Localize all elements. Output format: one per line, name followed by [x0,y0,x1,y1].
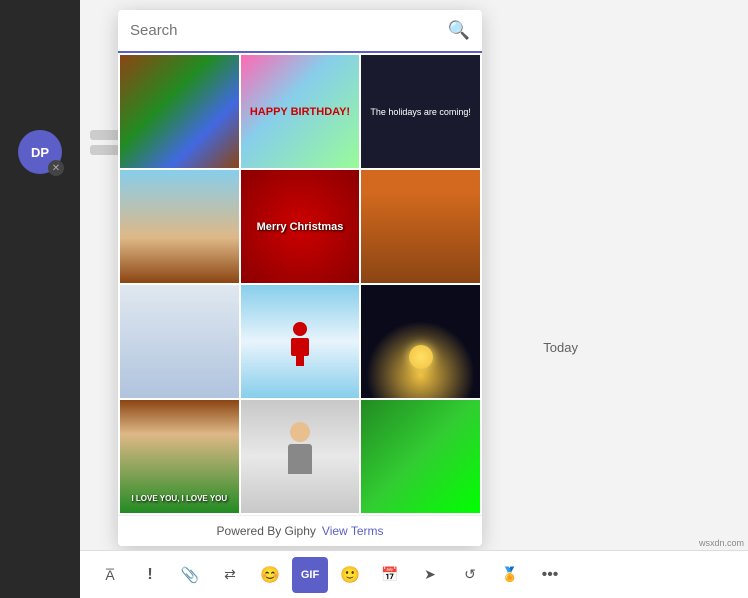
loop-icon: ↺ [464,566,476,583]
watermark: wsxdn.com [699,538,744,548]
paperclip-icon: 📎 [181,566,200,584]
send-icon: ➤ [424,566,436,583]
sticker-icon: 🙂 [340,565,360,585]
gif-picker-panel: Search 🔍 HAPPY BIRTHDAY! The holidays ar… [118,10,482,546]
attach-button[interactable]: 📎 [172,557,208,593]
gif-item[interactable] [361,285,480,398]
emoji-button[interactable]: 😊 [252,557,288,593]
gif-search-bar: Search 🔍 [118,10,482,53]
gif-thumbnail [361,170,480,283]
avatar-status-badge: ✕ [48,160,64,176]
gif-item[interactable] [241,400,360,513]
important-button[interactable]: ! [132,557,168,593]
gif-item[interactable]: Merry Christmas [241,170,360,283]
gif-item[interactable] [361,400,480,513]
send-button[interactable]: ➤ [412,557,448,593]
schedule-icon: 📅 [381,566,398,583]
format-button[interactable]: A̅ [92,557,128,593]
gif-icon: GIF [301,569,319,581]
loop-button[interactable]: ↺ [452,557,488,593]
sticker-button[interactable]: 🙂 [332,557,368,593]
translate-icon: ⇄ [224,566,236,583]
gif-thumbnail [361,400,480,513]
search-icon: 🔍 [448,20,470,41]
gif-thumbnail [120,285,239,398]
gif-item[interactable] [120,170,239,283]
gif-thumbnail [241,285,360,398]
sidebar [0,0,80,598]
gif-thumbnail [120,170,239,283]
kudos-icon: 🏅 [501,566,518,583]
avatar-area: DP ✕ [18,130,62,174]
message-toolbar: A̅ ! 📎 ⇄ 😊 GIF 🙂 📅 ➤ ↺ 🏅 ••• [80,550,748,598]
giphy-attribution: Powered By Giphy [217,524,316,538]
gif-item[interactable]: The holidays are coming! [361,55,480,168]
gif-thumbnail: I LOVE YOU, I LOVE YOU [120,400,239,513]
gif-button[interactable]: GIF [292,557,328,593]
gif-item[interactable]: HAPPY BIRTHDAY! [241,55,360,168]
chat-message-stub [90,145,120,155]
gif-item[interactable] [120,285,239,398]
schedule-button[interactable]: 📅 [372,557,408,593]
view-terms-link[interactable]: View Terms [322,524,384,538]
gif-thumbnail: HAPPY BIRTHDAY! [241,55,360,168]
emoji-icon: 😊 [260,565,280,585]
exclamation-icon: ! [147,566,152,584]
kudos-button[interactable]: 🏅 [492,557,528,593]
gif-item[interactable] [241,285,360,398]
more-icon: ••• [542,566,559,584]
gif-item[interactable] [361,170,480,283]
gif-footer: Powered By Giphy View Terms [118,515,482,546]
gif-search-input[interactable]: Search [130,22,440,39]
gif-thumbnail [241,400,360,513]
gif-thumbnail [120,55,239,168]
gif-grid: HAPPY BIRTHDAY! The holidays are coming!… [118,53,482,515]
translate-button[interactable]: ⇄ [212,557,248,593]
gif-thumbnail: Merry Christmas [241,170,360,283]
gif-thumbnail [361,285,480,398]
today-divider-label: Today [543,340,578,355]
gif-thumbnail: The holidays are coming! [361,55,480,168]
gif-item[interactable] [120,55,239,168]
more-options-button[interactable]: ••• [532,557,568,593]
gif-item[interactable]: I LOVE YOU, I LOVE YOU [120,400,239,513]
format-icon: A̅ [105,567,114,583]
